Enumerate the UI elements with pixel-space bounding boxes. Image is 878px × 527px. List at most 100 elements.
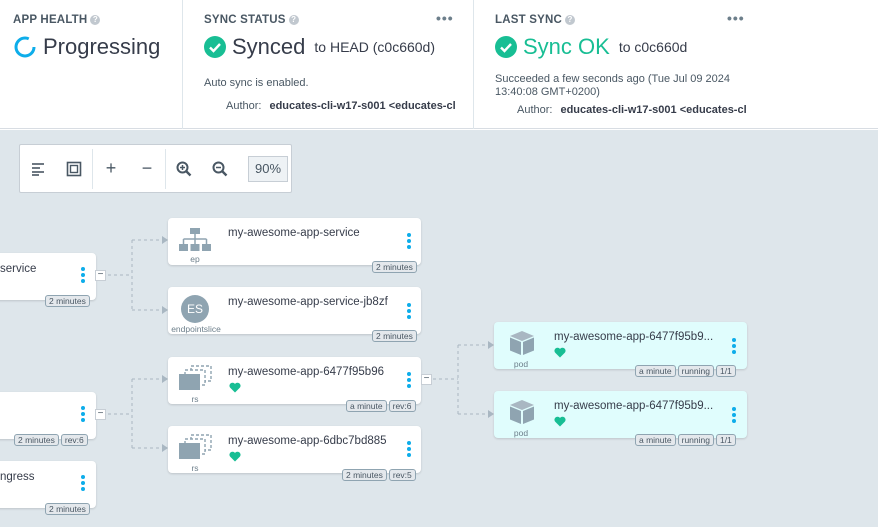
zoom-out-icon[interactable] xyxy=(202,153,238,185)
auto-sync-text: Auto sync is enabled. xyxy=(204,77,309,89)
author-label: Author: xyxy=(226,100,262,112)
status-tag: running xyxy=(677,434,714,446)
zoom-in-icon[interactable] xyxy=(166,153,202,185)
age-tag: 2 minutes xyxy=(14,434,59,446)
deployment-node[interactable]: 2 minutes rev:6 xyxy=(0,392,96,446)
collapse-toggle[interactable]: − xyxy=(421,374,432,385)
sync-status-menu-icon[interactable]: ••• xyxy=(436,10,454,26)
age-tag: a minute xyxy=(635,365,676,377)
endpointslice-icon-text: ES xyxy=(181,295,209,323)
check-circle-icon xyxy=(204,36,226,58)
age-tag: 2 minutes xyxy=(372,330,417,342)
ready-tag: 1/1 xyxy=(715,365,736,377)
align-left-icon[interactable] xyxy=(20,153,56,185)
sync-status-text: Synced xyxy=(232,34,306,59)
node-kind-label: endpointslice xyxy=(171,324,221,334)
node-tags: 2 minutes xyxy=(372,261,417,273)
node-menu-icon[interactable] xyxy=(403,440,415,458)
node-tags: a minute rev:6 xyxy=(346,400,416,412)
node-name: ngress xyxy=(0,471,35,483)
status-bar: APP HEALTH? Progressing SYNC STATUS? •••… xyxy=(0,0,878,129)
node-menu-icon[interactable] xyxy=(403,371,415,389)
replicaset-node[interactable]: rs my-awesome-app-6dbc7bd885 2 minutes r… xyxy=(168,426,421,481)
node-name: my-awesome-app-service-jb8zf xyxy=(228,296,388,308)
last-sync-detail-1: Succeeded a few seconds ago (Tue Jul 09 … xyxy=(495,73,731,85)
node-menu-icon[interactable] xyxy=(403,232,415,250)
node-kind-label: pod xyxy=(513,359,529,369)
age-tag: 2 minutes xyxy=(372,261,417,273)
resource-tree-graph[interactable]: + − 90% service 2 minutes − 2 minutes re… xyxy=(0,130,878,527)
node-tags: 2 minutes xyxy=(372,330,417,342)
last-sync-panel[interactable]: LAST SYNC? ••• Sync OK to c0c660d Succee… xyxy=(473,0,878,129)
help-icon[interactable]: ? xyxy=(90,14,101,25)
node-name: my-awesome-app-6477f95b9... xyxy=(554,400,714,412)
node-tags: a minute running 1/1 xyxy=(635,434,736,446)
revision-tag: rev:6 xyxy=(60,434,88,446)
pod-node[interactable]: pod my-awesome-app-6477f95b9... a minute… xyxy=(494,322,747,377)
last-sync-text: Sync OK xyxy=(523,34,610,59)
service-node[interactable]: service 2 minutes xyxy=(0,253,96,307)
sync-status-status: Synced to HEAD (c0c660d) xyxy=(204,34,435,60)
replicaset-node[interactable]: rs my-awesome-app-6477f95b96 a minute re… xyxy=(168,357,421,412)
node-menu-icon[interactable] xyxy=(77,474,89,492)
node-menu-icon[interactable] xyxy=(403,302,415,320)
node-menu-icon[interactable] xyxy=(728,406,740,424)
last-sync-menu-icon[interactable]: ••• xyxy=(727,10,745,26)
help-icon[interactable]: ? xyxy=(564,14,575,25)
help-icon[interactable]: ? xyxy=(288,14,299,25)
endpoint-node[interactable]: ep my-awesome-app-service 2 minutes xyxy=(168,218,421,273)
progressing-icon xyxy=(14,36,36,58)
sync-status-title-text: SYNC STATUS xyxy=(204,14,286,26)
app-health-panel[interactable]: APP HEALTH? Progressing xyxy=(0,0,182,129)
node-menu-icon[interactable] xyxy=(77,266,89,284)
last-sync-title-text: LAST SYNC xyxy=(495,14,562,26)
node-name: my-awesome-app-6dbc7bd885 xyxy=(228,435,387,447)
collapse-toggle[interactable]: − xyxy=(95,409,106,420)
pod-icon xyxy=(508,329,536,362)
healthy-heart-icon xyxy=(554,347,566,358)
node-kind-label: rs xyxy=(191,394,199,404)
ingress-node[interactable]: ngress 2 minutes xyxy=(0,461,96,515)
node-name: my-awesome-app-6477f95b96 xyxy=(228,366,384,378)
fit-to-screen-icon[interactable] xyxy=(56,153,92,185)
expand-all-button[interactable]: + xyxy=(93,153,129,185)
age-tag: a minute xyxy=(346,400,387,412)
endpointslice-node[interactable]: ES endpointslice my-awesome-app-service-… xyxy=(168,287,421,342)
node-tags: 2 minutes rev:5 xyxy=(342,469,416,481)
healthy-heart-icon xyxy=(229,451,241,462)
collapse-toggle[interactable]: − xyxy=(95,270,106,281)
node-tags: 2 minutes xyxy=(45,503,90,515)
sync-status-target: to HEAD (c0c660d) xyxy=(314,39,435,55)
node-kind-label: pod xyxy=(513,428,529,438)
age-tag: a minute xyxy=(635,434,676,446)
app-health-status: Progressing xyxy=(13,34,160,60)
replicaset-icon xyxy=(178,365,212,396)
revision-tag: rev:6 xyxy=(388,400,416,412)
pod-node[interactable]: pod my-awesome-app-6477f95b9... a minute… xyxy=(494,391,747,446)
healthy-heart-icon xyxy=(229,382,241,393)
sync-status-panel[interactable]: SYNC STATUS? ••• Synced to HEAD (c0c660d… xyxy=(182,0,473,129)
check-circle-icon xyxy=(495,36,517,58)
endpointslice-icon: ES xyxy=(181,295,209,323)
author-label: Author: xyxy=(517,104,553,116)
last-sync-detail-2: 13:40:08 GMT+0200) xyxy=(495,86,600,98)
node-kind-label: rs xyxy=(191,463,199,473)
age-tag: 2 minutes xyxy=(45,295,90,307)
author-value: educates-cli-w17-s001 <educates-cl xyxy=(560,104,747,116)
pod-icon xyxy=(508,398,536,431)
collapse-all-button[interactable]: − xyxy=(129,153,165,185)
author-value: educates-cli-w17-s001 <educates-cl xyxy=(269,100,456,112)
node-name: my-awesome-app-6477f95b9... xyxy=(554,331,714,343)
node-menu-icon[interactable] xyxy=(728,337,740,355)
healthy-heart-icon xyxy=(554,416,566,427)
last-sync-status: Sync OK to c0c660d xyxy=(495,34,687,60)
node-kind-label: ep xyxy=(190,254,200,264)
node-menu-icon[interactable] xyxy=(77,405,89,423)
app-health-status-text: Progressing xyxy=(43,34,161,59)
last-sync-target: to c0c660d xyxy=(618,39,688,55)
last-sync-author: Author: educates-cli-w17-s001 <educates-c… xyxy=(517,104,747,117)
app-health-title-text: APP HEALTH xyxy=(13,14,88,26)
age-tag: 2 minutes xyxy=(342,469,387,481)
graph-toolbar: + − 90% xyxy=(19,144,292,193)
zoom-level[interactable]: 90% xyxy=(248,155,288,182)
